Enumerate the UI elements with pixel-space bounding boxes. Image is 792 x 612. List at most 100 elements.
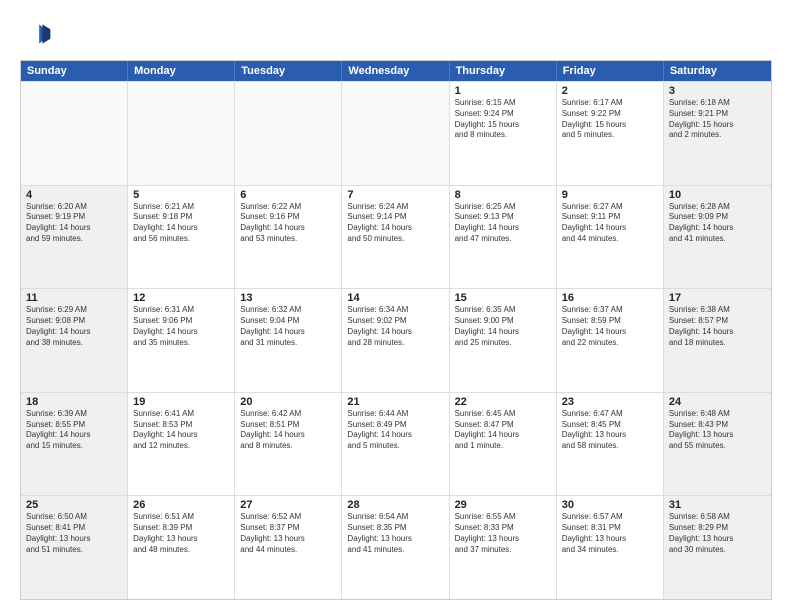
page: SundayMondayTuesdayWednesdayThursdayFrid… — [0, 0, 792, 612]
day-cell-15: 15Sunrise: 6:35 AMSunset: 9:00 PMDayligh… — [450, 289, 557, 392]
day-cell-13: 13Sunrise: 6:32 AMSunset: 9:04 PMDayligh… — [235, 289, 342, 392]
day-number: 7 — [347, 189, 443, 201]
cell-info: Sunrise: 6:58 AMSunset: 8:29 PMDaylight:… — [669, 512, 766, 555]
day-number: 20 — [240, 396, 336, 408]
calendar-row-4: 18Sunrise: 6:39 AMSunset: 8:55 PMDayligh… — [21, 392, 771, 496]
cell-info: Sunrise: 6:20 AMSunset: 9:19 PMDaylight:… — [26, 202, 122, 245]
day-cell-31: 31Sunrise: 6:58 AMSunset: 8:29 PMDayligh… — [664, 496, 771, 599]
day-number: 21 — [347, 396, 443, 408]
cell-info: Sunrise: 6:28 AMSunset: 9:09 PMDaylight:… — [669, 202, 766, 245]
day-cell-10: 10Sunrise: 6:28 AMSunset: 9:09 PMDayligh… — [664, 186, 771, 289]
day-cell-1: 1Sunrise: 6:15 AMSunset: 9:24 PMDaylight… — [450, 82, 557, 185]
day-number: 29 — [455, 499, 551, 511]
day-cell-3: 3Sunrise: 6:18 AMSunset: 9:21 PMDaylight… — [664, 82, 771, 185]
day-number: 4 — [26, 189, 122, 201]
cell-info: Sunrise: 6:37 AMSunset: 8:59 PMDaylight:… — [562, 305, 658, 348]
day-number: 28 — [347, 499, 443, 511]
day-cell-4: 4Sunrise: 6:20 AMSunset: 9:19 PMDaylight… — [21, 186, 128, 289]
cell-info: Sunrise: 6:50 AMSunset: 8:41 PMDaylight:… — [26, 512, 122, 555]
day-number: 16 — [562, 292, 658, 304]
cell-info: Sunrise: 6:52 AMSunset: 8:37 PMDaylight:… — [240, 512, 336, 555]
day-number: 26 — [133, 499, 229, 511]
day-cell-5: 5Sunrise: 6:21 AMSunset: 9:18 PMDaylight… — [128, 186, 235, 289]
day-number: 2 — [562, 85, 658, 97]
day-number: 18 — [26, 396, 122, 408]
day-cell-30: 30Sunrise: 6:57 AMSunset: 8:31 PMDayligh… — [557, 496, 664, 599]
empty-cell-0-1 — [128, 82, 235, 185]
calendar-header: SundayMondayTuesdayWednesdayThursdayFrid… — [21, 61, 771, 81]
cell-info: Sunrise: 6:24 AMSunset: 9:14 PMDaylight:… — [347, 202, 443, 245]
day-number: 5 — [133, 189, 229, 201]
logo — [20, 18, 56, 50]
cell-info: Sunrise: 6:17 AMSunset: 9:22 PMDaylight:… — [562, 98, 658, 141]
cell-info: Sunrise: 6:51 AMSunset: 8:39 PMDaylight:… — [133, 512, 229, 555]
cell-info: Sunrise: 6:29 AMSunset: 9:08 PMDaylight:… — [26, 305, 122, 348]
day-cell-7: 7Sunrise: 6:24 AMSunset: 9:14 PMDaylight… — [342, 186, 449, 289]
cell-info: Sunrise: 6:15 AMSunset: 9:24 PMDaylight:… — [455, 98, 551, 141]
day-header-friday: Friday — [557, 61, 664, 81]
day-number: 8 — [455, 189, 551, 201]
day-number: 22 — [455, 396, 551, 408]
day-cell-25: 25Sunrise: 6:50 AMSunset: 8:41 PMDayligh… — [21, 496, 128, 599]
logo-icon — [20, 18, 52, 50]
day-number: 30 — [562, 499, 658, 511]
day-header-tuesday: Tuesday — [235, 61, 342, 81]
day-number: 6 — [240, 189, 336, 201]
day-cell-14: 14Sunrise: 6:34 AMSunset: 9:02 PMDayligh… — [342, 289, 449, 392]
empty-cell-0-0 — [21, 82, 128, 185]
day-cell-20: 20Sunrise: 6:42 AMSunset: 8:51 PMDayligh… — [235, 393, 342, 496]
day-number: 1 — [455, 85, 551, 97]
cell-info: Sunrise: 6:41 AMSunset: 8:53 PMDaylight:… — [133, 409, 229, 452]
day-number: 12 — [133, 292, 229, 304]
empty-cell-0-2 — [235, 82, 342, 185]
day-cell-28: 28Sunrise: 6:54 AMSunset: 8:35 PMDayligh… — [342, 496, 449, 599]
day-cell-2: 2Sunrise: 6:17 AMSunset: 9:22 PMDaylight… — [557, 82, 664, 185]
day-cell-22: 22Sunrise: 6:45 AMSunset: 8:47 PMDayligh… — [450, 393, 557, 496]
calendar-row-3: 11Sunrise: 6:29 AMSunset: 9:08 PMDayligh… — [21, 288, 771, 392]
day-cell-24: 24Sunrise: 6:48 AMSunset: 8:43 PMDayligh… — [664, 393, 771, 496]
day-number: 25 — [26, 499, 122, 511]
cell-info: Sunrise: 6:21 AMSunset: 9:18 PMDaylight:… — [133, 202, 229, 245]
day-cell-29: 29Sunrise: 6:55 AMSunset: 8:33 PMDayligh… — [450, 496, 557, 599]
day-header-sunday: Sunday — [21, 61, 128, 81]
cell-info: Sunrise: 6:25 AMSunset: 9:13 PMDaylight:… — [455, 202, 551, 245]
day-cell-21: 21Sunrise: 6:44 AMSunset: 8:49 PMDayligh… — [342, 393, 449, 496]
cell-info: Sunrise: 6:18 AMSunset: 9:21 PMDaylight:… — [669, 98, 766, 141]
day-number: 24 — [669, 396, 766, 408]
cell-info: Sunrise: 6:54 AMSunset: 8:35 PMDaylight:… — [347, 512, 443, 555]
cell-info: Sunrise: 6:38 AMSunset: 8:57 PMDaylight:… — [669, 305, 766, 348]
cell-info: Sunrise: 6:31 AMSunset: 9:06 PMDaylight:… — [133, 305, 229, 348]
day-number: 10 — [669, 189, 766, 201]
cell-info: Sunrise: 6:39 AMSunset: 8:55 PMDaylight:… — [26, 409, 122, 452]
day-number: 15 — [455, 292, 551, 304]
day-header-wednesday: Wednesday — [342, 61, 449, 81]
cell-info: Sunrise: 6:47 AMSunset: 8:45 PMDaylight:… — [562, 409, 658, 452]
day-cell-9: 9Sunrise: 6:27 AMSunset: 9:11 PMDaylight… — [557, 186, 664, 289]
day-header-thursday: Thursday — [450, 61, 557, 81]
cell-info: Sunrise: 6:48 AMSunset: 8:43 PMDaylight:… — [669, 409, 766, 452]
day-number: 23 — [562, 396, 658, 408]
cell-info: Sunrise: 6:45 AMSunset: 8:47 PMDaylight:… — [455, 409, 551, 452]
day-cell-6: 6Sunrise: 6:22 AMSunset: 9:16 PMDaylight… — [235, 186, 342, 289]
day-header-monday: Monday — [128, 61, 235, 81]
empty-cell-0-3 — [342, 82, 449, 185]
day-cell-17: 17Sunrise: 6:38 AMSunset: 8:57 PMDayligh… — [664, 289, 771, 392]
cell-info: Sunrise: 6:35 AMSunset: 9:00 PMDaylight:… — [455, 305, 551, 348]
cell-info: Sunrise: 6:34 AMSunset: 9:02 PMDaylight:… — [347, 305, 443, 348]
day-cell-26: 26Sunrise: 6:51 AMSunset: 8:39 PMDayligh… — [128, 496, 235, 599]
cell-info: Sunrise: 6:55 AMSunset: 8:33 PMDaylight:… — [455, 512, 551, 555]
day-cell-18: 18Sunrise: 6:39 AMSunset: 8:55 PMDayligh… — [21, 393, 128, 496]
day-header-saturday: Saturday — [664, 61, 771, 81]
day-number: 17 — [669, 292, 766, 304]
day-number: 14 — [347, 292, 443, 304]
day-number: 27 — [240, 499, 336, 511]
cell-info: Sunrise: 6:44 AMSunset: 8:49 PMDaylight:… — [347, 409, 443, 452]
calendar-row-1: 1Sunrise: 6:15 AMSunset: 9:24 PMDaylight… — [21, 81, 771, 185]
cell-info: Sunrise: 6:27 AMSunset: 9:11 PMDaylight:… — [562, 202, 658, 245]
calendar-row-2: 4Sunrise: 6:20 AMSunset: 9:19 PMDaylight… — [21, 185, 771, 289]
day-cell-8: 8Sunrise: 6:25 AMSunset: 9:13 PMDaylight… — [450, 186, 557, 289]
calendar: SundayMondayTuesdayWednesdayThursdayFrid… — [20, 60, 772, 600]
cell-info: Sunrise: 6:32 AMSunset: 9:04 PMDaylight:… — [240, 305, 336, 348]
calendar-body: 1Sunrise: 6:15 AMSunset: 9:24 PMDaylight… — [21, 81, 771, 599]
day-cell-12: 12Sunrise: 6:31 AMSunset: 9:06 PMDayligh… — [128, 289, 235, 392]
